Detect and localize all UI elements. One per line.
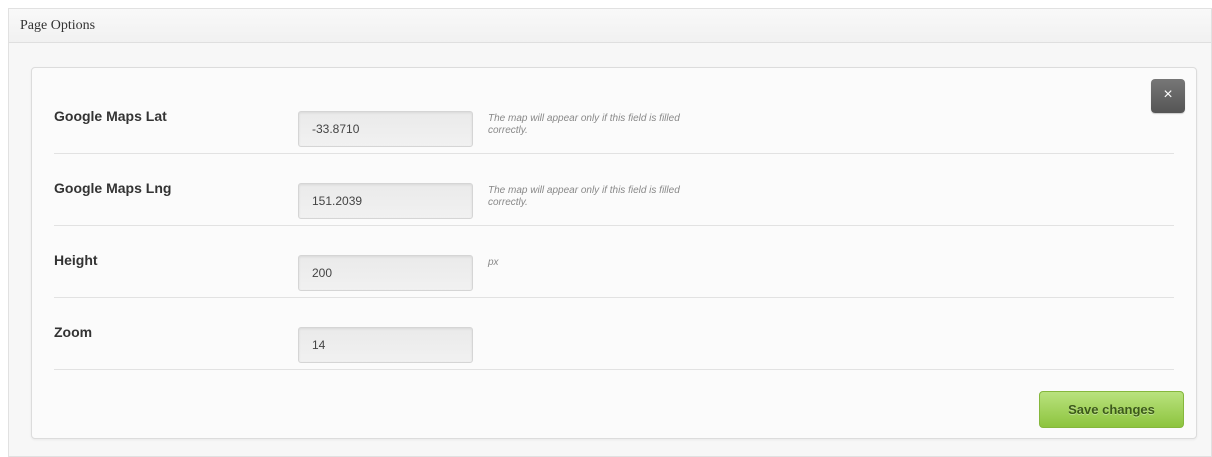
field-row-height: Height px [54,226,1174,298]
save-changes-button[interactable]: Save changes [1039,391,1184,428]
panel-title: Page Options [20,18,96,33]
options-card: × Google Maps Lat The map will appear on… [31,67,1197,439]
row-divider [54,369,1174,370]
field-row-maps-lng: Google Maps Lng The map will appear only… [54,154,1174,226]
height-label: Height [54,252,98,268]
maps-lng-label: Google Maps Lng [54,180,172,196]
maps-lat-label: Google Maps Lat [54,108,167,124]
panel-header: Page Options [9,9,1211,43]
maps-lng-hint: The map will appear only if this field i… [488,185,680,208]
zoom-input[interactable] [298,327,473,363]
maps-lng-input[interactable] [298,183,473,219]
maps-lat-hint: The map will appear only if this field i… [488,113,680,136]
page-options-panel: Page Options × Google Maps Lat The map w… [8,8,1212,457]
zoom-label: Zoom [54,324,93,340]
height-unit-hint: px [488,257,499,268]
height-input[interactable] [298,255,473,291]
field-row-maps-lat: Google Maps Lat The map will appear only… [54,82,1174,154]
field-row-zoom: Zoom [54,298,1174,370]
maps-lat-input[interactable] [298,111,473,147]
